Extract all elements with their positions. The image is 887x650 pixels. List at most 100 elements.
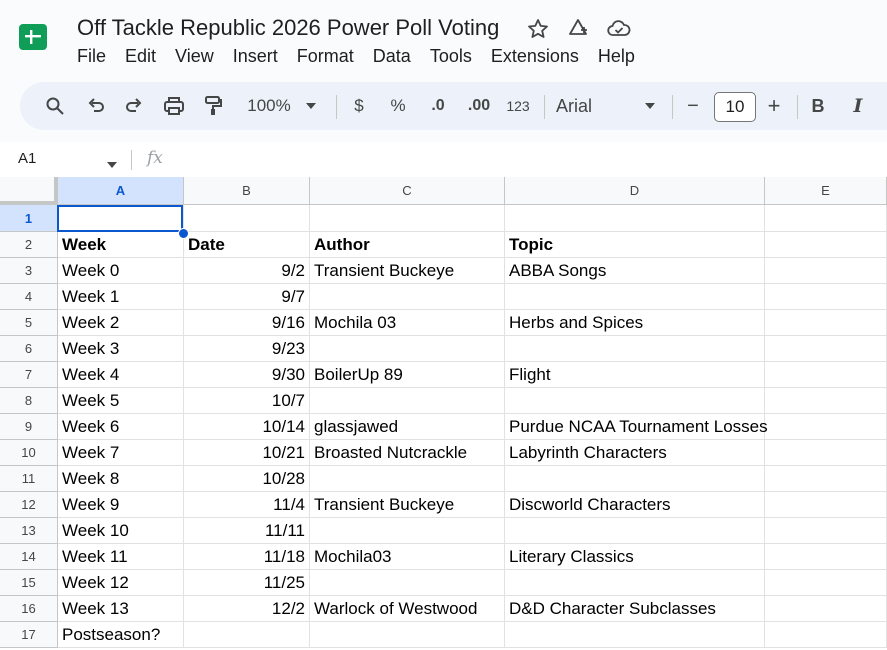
row-header-3[interactable]: 3: [0, 258, 58, 284]
cell-b2[interactable]: Date: [184, 232, 310, 258]
cell-e2[interactable]: [765, 232, 887, 258]
cell-e11[interactable]: [765, 466, 887, 492]
cell-d15[interactable]: [505, 570, 765, 596]
search-menus-icon[interactable]: [42, 82, 68, 130]
row-header-9[interactable]: 9: [0, 414, 58, 440]
cell-b7[interactable]: 9/30: [184, 362, 310, 388]
cell-a14[interactable]: Week 11: [58, 544, 184, 570]
column-header-d[interactable]: D: [505, 177, 765, 205]
fill-handle[interactable]: [178, 228, 189, 239]
cell-d14[interactable]: Literary Classics: [505, 544, 765, 570]
column-header-e[interactable]: E: [765, 177, 887, 205]
cell-e15[interactable]: [765, 570, 887, 596]
column-header-c[interactable]: C: [310, 177, 505, 205]
column-header-a[interactable]: A: [58, 177, 184, 205]
cell-b13[interactable]: 11/11: [184, 518, 310, 544]
cell-d4[interactable]: [505, 284, 765, 310]
cell-e14[interactable]: [765, 544, 887, 570]
name-box[interactable]: A1: [18, 150, 36, 167]
row-header-7[interactable]: 7: [0, 362, 58, 388]
redo-icon[interactable]: [121, 82, 147, 130]
bold-button[interactable]: B: [807, 82, 829, 130]
cell-b1[interactable]: [184, 205, 310, 232]
cell-c15[interactable]: [310, 570, 505, 596]
cell-c2[interactable]: Author: [310, 232, 505, 258]
cell-c12[interactable]: Transient Buckeye: [310, 492, 505, 518]
cell-d3[interactable]: ABBA Songs: [505, 258, 765, 284]
cell-a3[interactable]: Week 0: [58, 258, 184, 284]
cell-c14[interactable]: Mochila03: [310, 544, 505, 570]
cell-b6[interactable]: 9/23: [184, 336, 310, 362]
cell-a17[interactable]: Postseason?: [58, 622, 184, 648]
cell-e4[interactable]: [765, 284, 887, 310]
cell-c6[interactable]: [310, 336, 505, 362]
cell-a2[interactable]: Week: [58, 232, 184, 258]
cell-e9[interactable]: [765, 414, 887, 440]
percent-format-button[interactable]: %: [386, 82, 410, 130]
print-icon[interactable]: [161, 82, 187, 130]
cell-a4[interactable]: Week 1: [58, 284, 184, 310]
cell-d13[interactable]: [505, 518, 765, 544]
cell-b9[interactable]: 10/14: [184, 414, 310, 440]
row-header-2[interactable]: 2: [0, 232, 58, 258]
cell-d9[interactable]: Purdue NCAA Tournament Losses: [505, 414, 768, 440]
cell-e13[interactable]: [765, 518, 887, 544]
decrease-font-size-button[interactable]: −: [681, 82, 705, 130]
cell-b4[interactable]: 9/7: [184, 284, 310, 310]
cell-c17[interactable]: [310, 622, 505, 648]
cell-d10[interactable]: Labyrinth Characters: [505, 440, 765, 466]
cell-c5[interactable]: Mochila 03: [310, 310, 505, 336]
row-header-6[interactable]: 6: [0, 336, 58, 362]
cell-c1[interactable]: [310, 205, 505, 232]
row-header-1[interactable]: 1: [0, 205, 58, 232]
row-header-17[interactable]: 17: [0, 622, 58, 648]
sheets-logo-icon[interactable]: [19, 20, 47, 54]
cell-d8[interactable]: [505, 388, 765, 414]
cell-a11[interactable]: Week 8: [58, 466, 184, 492]
cell-e8[interactable]: [765, 388, 887, 414]
cell-a13[interactable]: Week 10: [58, 518, 184, 544]
currency-format-button[interactable]: $: [348, 82, 370, 130]
cell-d5[interactable]: Herbs and Spices: [505, 310, 765, 336]
star-icon[interactable]: [526, 17, 550, 41]
cell-a15[interactable]: Week 12: [58, 570, 184, 596]
row-header-4[interactable]: 4: [0, 284, 58, 310]
cell-a9[interactable]: Week 6: [58, 414, 184, 440]
cell-c3[interactable]: Transient Buckeye: [310, 258, 505, 284]
cell-e10[interactable]: [765, 440, 887, 466]
cell-a1[interactable]: [58, 205, 184, 232]
row-header-10[interactable]: 10: [0, 440, 58, 466]
cell-e16[interactable]: [765, 596, 887, 622]
menu-file[interactable]: File: [77, 46, 106, 67]
menu-tools[interactable]: Tools: [430, 46, 472, 67]
menu-view[interactable]: View: [175, 46, 214, 67]
undo-icon[interactable]: [83, 82, 109, 130]
cell-e12[interactable]: [765, 492, 887, 518]
cell-b14[interactable]: 11/18: [184, 544, 310, 570]
row-header-12[interactable]: 12: [0, 492, 58, 518]
cell-a8[interactable]: Week 5: [58, 388, 184, 414]
cell-c9[interactable]: glassjawed: [310, 414, 505, 440]
menu-edit[interactable]: Edit: [125, 46, 156, 67]
cell-b15[interactable]: 11/25: [184, 570, 310, 596]
cell-c4[interactable]: [310, 284, 505, 310]
row-header-11[interactable]: 11: [0, 466, 58, 492]
cell-e3[interactable]: [765, 258, 887, 284]
font-dropdown-icon[interactable]: [642, 82, 658, 130]
row-header-15[interactable]: 15: [0, 570, 58, 596]
italic-button[interactable]: I: [847, 82, 869, 130]
document-title[interactable]: Off Tackle Republic 2026 Power Poll Voti…: [77, 15, 499, 41]
cell-a10[interactable]: Week 7: [58, 440, 184, 466]
move-to-folder-icon[interactable]: [566, 17, 590, 41]
cell-b11[interactable]: 10/28: [184, 466, 310, 492]
cell-d17[interactable]: [505, 622, 765, 648]
cell-a7[interactable]: Week 4: [58, 362, 184, 388]
menu-format[interactable]: Format: [297, 46, 354, 67]
cell-a12[interactable]: Week 9: [58, 492, 184, 518]
row-header-16[interactable]: 16: [0, 596, 58, 622]
cell-c7[interactable]: BoilerUp 89: [310, 362, 505, 388]
cell-e17[interactable]: [765, 622, 887, 648]
cell-a16[interactable]: Week 13: [58, 596, 184, 622]
cell-d1[interactable]: [505, 205, 765, 232]
font-size-input[interactable]: 10: [714, 92, 756, 122]
